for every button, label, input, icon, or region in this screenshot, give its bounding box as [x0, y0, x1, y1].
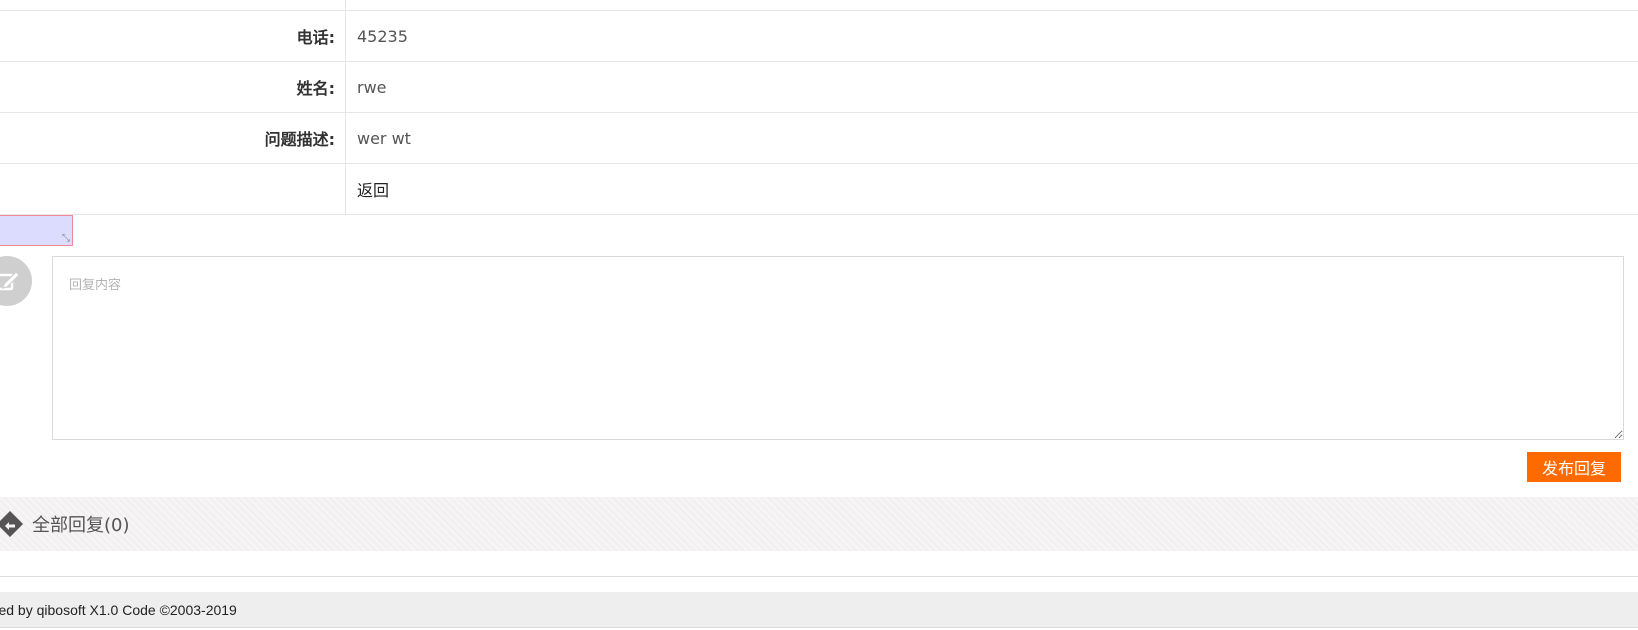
name-value: rwe [357, 77, 387, 97]
table-row-description: 问题描述: wer wt [0, 113, 1638, 164]
back-link[interactable]: 返回 [357, 177, 389, 201]
resize-grip-icon[interactable]: ⤡ [62, 234, 70, 244]
footer-prefix: ered by [0, 601, 33, 618]
divider [0, 576, 1638, 577]
name-label: 姓名: [0, 62, 346, 112]
diamond-arrow-icon [0, 511, 23, 537]
page: 电话: 45235 姓名: rwe 问题描述: wer wt 返回 ⤡ 发布回复… [0, 0, 1638, 630]
resizable-box[interactable]: ⤡ [0, 215, 73, 246]
row-label-empty [0, 0, 346, 10]
description-value: wer wt [357, 128, 411, 148]
row-label-empty [0, 164, 346, 214]
table-row-top [0, 0, 1638, 11]
footer: ered by qibosoft X1.0 Code ©2003-2019 [0, 592, 1638, 628]
edit-pencil-icon [0, 256, 32, 306]
back-cell: 返回 [357, 164, 389, 214]
phone-value: 45235 [357, 26, 408, 46]
phone-label: 电话: [0, 11, 346, 61]
all-replies-title: 全部回复(0) [32, 515, 130, 536]
footer-brand-link[interactable]: qibosoft [37, 602, 86, 618]
footer-text: ered by qibosoft X1.0 Code ©2003-2019 [0, 602, 237, 618]
table-row-phone: 电话: 45235 [0, 11, 1638, 62]
reply-content-textarea[interactable] [52, 256, 1624, 440]
footer-suffix: X1.0 Code ©2003-2019 [85, 601, 237, 618]
table-row-back: 返回 [0, 164, 1638, 215]
table-row-name: 姓名: rwe [0, 62, 1638, 113]
all-replies-header: 全部回复(0) [0, 497, 1638, 551]
description-label: 问题描述: [0, 113, 346, 163]
publish-reply-button[interactable]: 发布回复 [1527, 452, 1621, 482]
